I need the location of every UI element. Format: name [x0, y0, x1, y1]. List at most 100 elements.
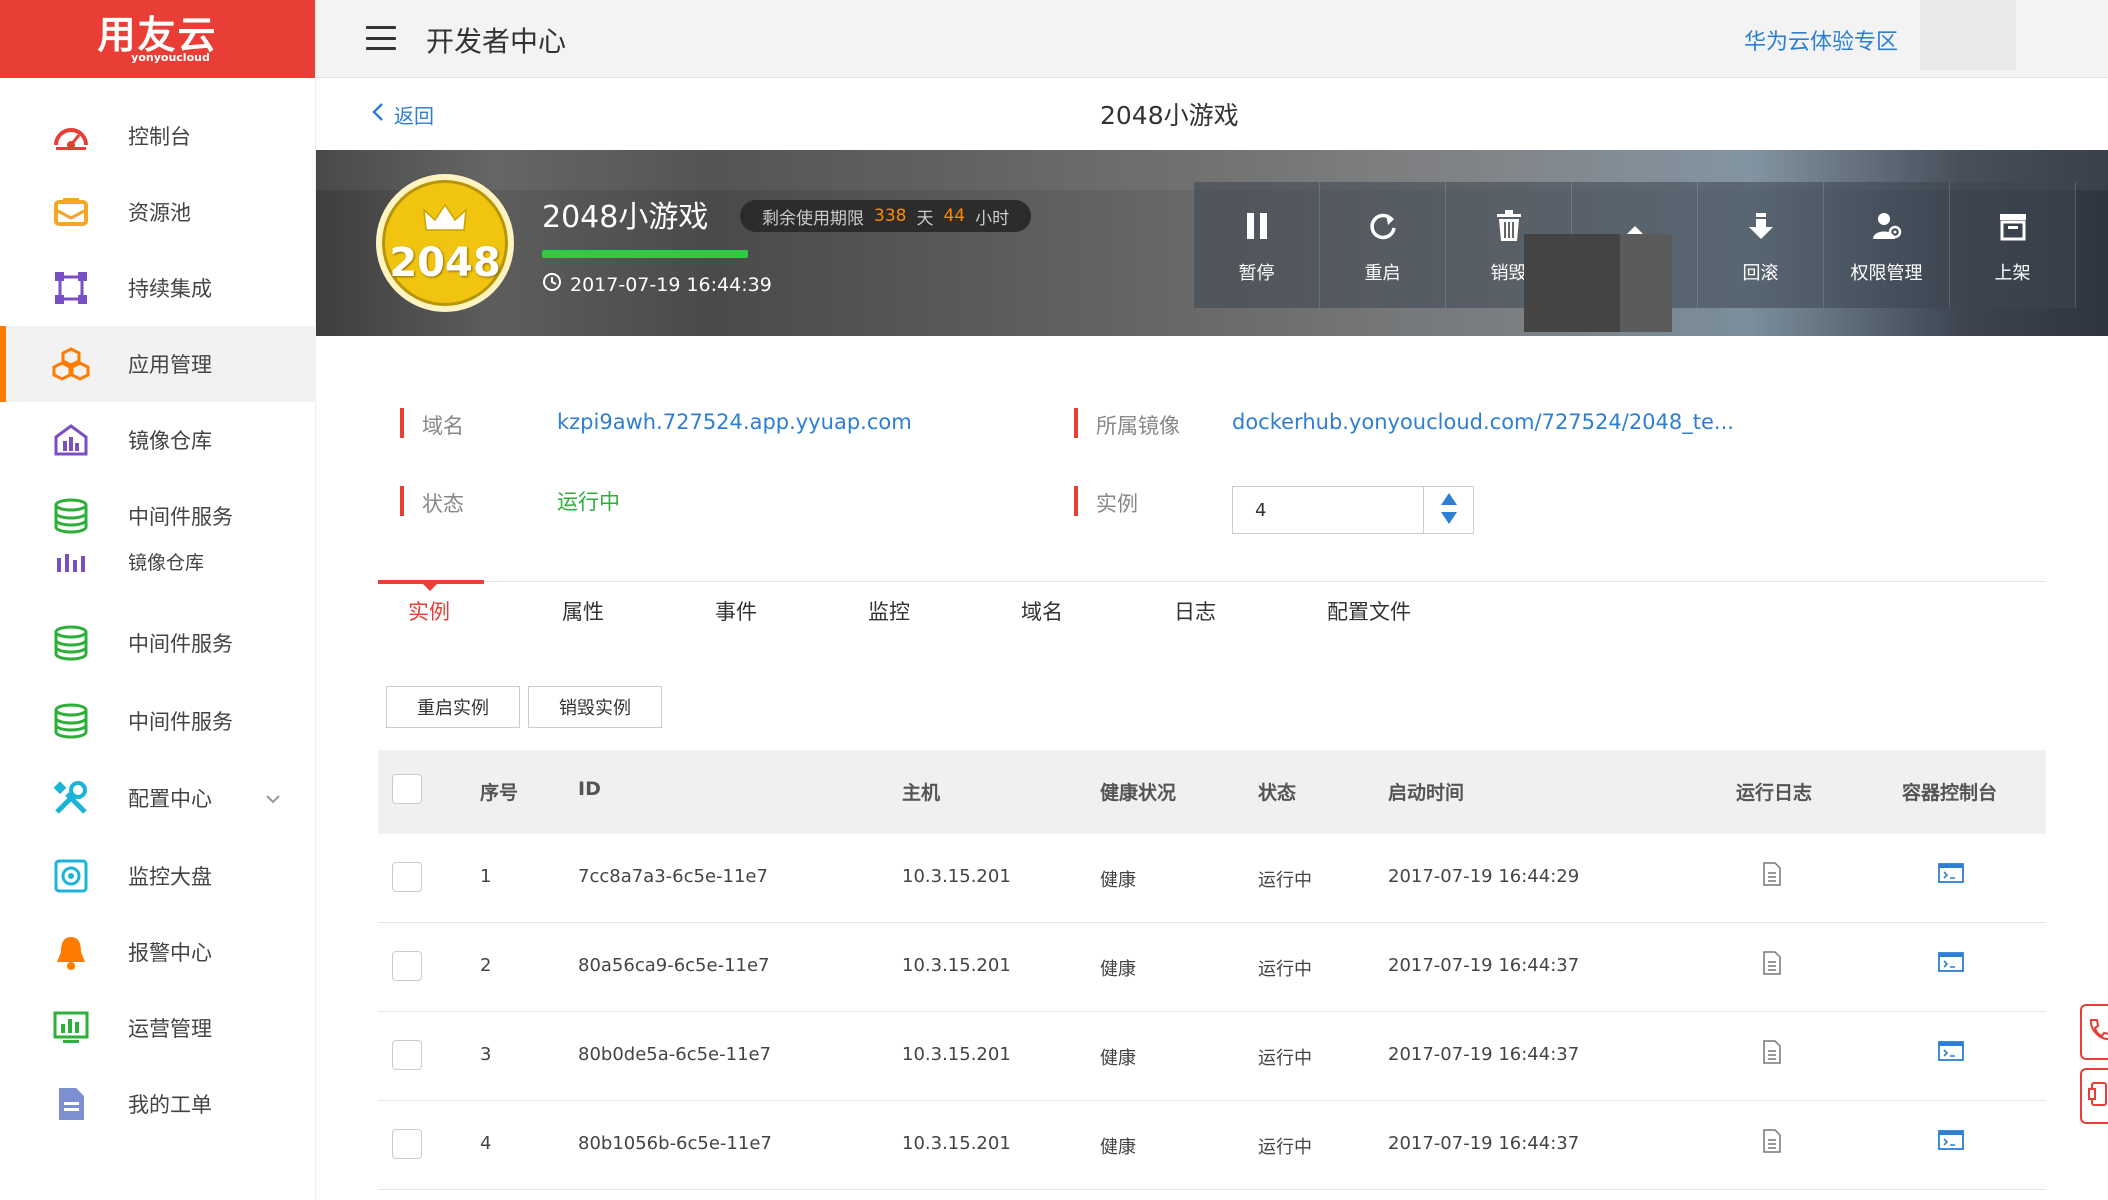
- row-checkbox[interactable]: [392, 1129, 422, 1159]
- instance-count-value[interactable]: 4: [1255, 500, 1266, 521]
- instance-count-stepper[interactable]: 4: [1232, 486, 1474, 534]
- cell-status: 运行中: [1258, 1137, 1312, 1158]
- sidebar-item-label: 控制台: [128, 125, 191, 149]
- restart-instance-button[interactable]: 重启实例: [386, 686, 520, 728]
- remain-hours-unit: 小时: [975, 208, 1010, 229]
- app-status-bar: [542, 250, 748, 258]
- sidebar-item-operations[interactable]: 运营管理: [0, 990, 316, 1066]
- document-icon: [52, 1085, 90, 1123]
- tab-domain[interactable]: 域名: [1021, 596, 1063, 626]
- destroy-instance-button[interactable]: 销毁实例: [528, 686, 662, 728]
- sidebar-item-tickets[interactable]: 我的工单: [0, 1066, 316, 1142]
- sidebar-item-label: 中间件服务: [128, 710, 233, 734]
- cell-id: 80b1056b-6c5e-11e7: [578, 1133, 772, 1154]
- image-value[interactable]: dockerhub.yonyoucloud.com/727524/2048_te…: [1232, 410, 1734, 434]
- status-label: 状态: [422, 492, 464, 516]
- mobile-icon: [2088, 1081, 2108, 1111]
- sidebar-item-ci[interactable]: 持续集成: [0, 250, 316, 326]
- cell-start-time: 2017-07-19 16:44:37: [1388, 955, 1580, 976]
- log-file-icon[interactable]: [1762, 1129, 1782, 1157]
- tab-monitoring[interactable]: 监控: [868, 596, 910, 626]
- remain-hours: 44: [943, 206, 966, 226]
- phone-contact-button[interactable]: [2080, 1004, 2108, 1060]
- label-marker: [1074, 408, 1078, 438]
- sidebar-item-alarm[interactable]: 报警中心: [0, 914, 316, 990]
- cell-host: 10.3.15.201: [902, 1133, 1011, 1154]
- label-marker: [400, 408, 404, 438]
- table-row[interactable]: 4 80b1056b-6c5e-11e7 10.3.15.201 健康 运行中 …: [378, 1101, 2046, 1190]
- shelf-button[interactable]: 上架: [1950, 182, 2076, 308]
- console-icon[interactable]: [1938, 1129, 1964, 1155]
- sidebar-item-config-center[interactable]: 配置中心: [0, 760, 316, 836]
- row-checkbox[interactable]: [392, 951, 422, 981]
- menu-icon[interactable]: [366, 26, 396, 50]
- stepper-down-icon[interactable]: [1440, 510, 1458, 529]
- logo-subtext: yonyoucloud: [131, 50, 210, 64]
- database-icon: [52, 702, 90, 740]
- select-all-checkbox[interactable]: [392, 774, 422, 804]
- tab-divider: [378, 581, 2046, 582]
- sidebar-item-resource-pool[interactable]: 资源池: [0, 174, 316, 250]
- shelf-icon: [1998, 205, 2028, 247]
- console-icon[interactable]: [1938, 862, 1964, 888]
- sidebar-item-middleware[interactable]: 中间件服务: [0, 478, 316, 554]
- sidebar-item-app-management[interactable]: 应用管理: [0, 326, 316, 402]
- table-row[interactable]: 2 80a56ca9-6c5e-11e7 10.3.15.201 健康 运行中 …: [378, 923, 2046, 1012]
- tab-attributes[interactable]: 属性: [562, 596, 604, 626]
- stepper-buttons[interactable]: [1423, 487, 1473, 533]
- restart-button[interactable]: 重启: [1320, 182, 1446, 308]
- column-header: 健康状况: [1100, 782, 1177, 804]
- cell-host: 10.3.15.201: [902, 866, 1011, 887]
- label-marker: [400, 486, 404, 516]
- sidebar-item-image-repo[interactable]: 镜像仓库: [0, 402, 316, 478]
- console-icon[interactable]: [1938, 951, 1964, 977]
- cell-health: 健康: [1100, 1137, 1136, 1158]
- back-link[interactable]: 返回: [372, 100, 434, 129]
- tab-instances[interactable]: 实例: [408, 596, 450, 626]
- mobile-button[interactable]: [2080, 1068, 2108, 1124]
- sidebar-item-monitor[interactable]: 监控大盘: [0, 838, 316, 914]
- sidebar-item-dashboard[interactable]: 控制台: [0, 98, 316, 174]
- sidebar-item-middleware-3[interactable]: 中间件服务: [0, 683, 316, 759]
- row-checkbox[interactable]: [392, 1040, 422, 1070]
- rollback-button[interactable]: 回滚: [1698, 182, 1824, 308]
- sidebar: 用友云 yonyoucloud 控制台 资源池 持续集成 应用管理 镜像仓库 中…: [0, 0, 316, 1200]
- bell-icon: [52, 933, 90, 971]
- domain-label: 域名: [422, 414, 464, 438]
- console-icon[interactable]: [1938, 1040, 1964, 1066]
- sidebar-item-label: 持续集成: [128, 277, 212, 301]
- brand-logo[interactable]: 用友云 yonyoucloud: [0, 0, 315, 78]
- tab-logs[interactable]: 日志: [1174, 596, 1216, 626]
- pause-button[interactable]: 暂停: [1194, 182, 1320, 308]
- table-header: 序号 ID 主机 健康状况 状态 启动时间 运行日志 容器控制台: [378, 750, 2046, 834]
- chevron-down-icon[interactable]: [266, 788, 280, 809]
- huawei-cloud-link[interactable]: 华为云体验专区: [1744, 24, 1898, 56]
- column-header: 运行日志: [1736, 782, 1813, 804]
- header-title: 开发者中心: [426, 25, 567, 58]
- log-file-icon[interactable]: [1762, 951, 1782, 979]
- sidebar-item-image-repo-partial[interactable]: 镜像仓库: [0, 548, 316, 584]
- table-row[interactable]: 1 7cc8a7a3-6c5e-11e7 10.3.15.201 健康 运行中 …: [378, 834, 2046, 923]
- pause-icon: [1245, 205, 1269, 247]
- table-row[interactable]: 3 80b0de5a-6c5e-11e7 10.3.15.201 健康 运行中 …: [378, 1012, 2046, 1101]
- cell-health: 健康: [1100, 1048, 1136, 1069]
- image-repo-icon: [52, 421, 90, 459]
- log-file-icon[interactable]: [1762, 862, 1782, 890]
- image-repo-icon: [52, 548, 90, 580]
- sidebar-item-middleware-2[interactable]: 中间件服务: [0, 605, 316, 681]
- column-header: 容器控制台: [1902, 782, 1998, 804]
- cell-no: 2: [480, 955, 492, 976]
- log-file-icon[interactable]: [1762, 1040, 1782, 1068]
- column-header: 主机: [902, 782, 941, 804]
- user-area[interactable]: [1920, 0, 2016, 70]
- tab-config-files[interactable]: 配置文件: [1327, 596, 1411, 626]
- cell-status: 运行中: [1258, 870, 1312, 891]
- stepper-up-icon[interactable]: [1440, 491, 1458, 510]
- status-value: 运行中: [557, 490, 620, 514]
- permission-button[interactable]: 权限管理: [1824, 182, 1950, 308]
- row-checkbox[interactable]: [392, 862, 422, 892]
- cell-status: 运行中: [1258, 1048, 1312, 1069]
- domain-value[interactable]: kzpi9awh.727524.app.yyuap.com: [557, 410, 912, 434]
- tab-events[interactable]: 事件: [715, 596, 757, 626]
- database-icon: [52, 624, 90, 662]
